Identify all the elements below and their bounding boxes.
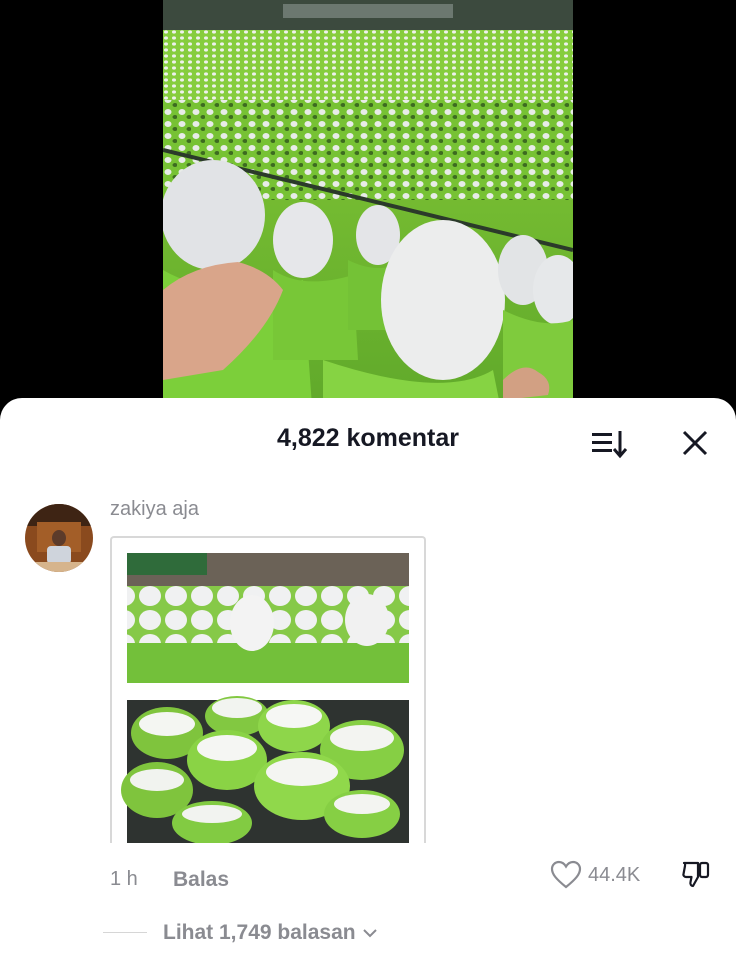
avatar[interactable] [25, 504, 93, 572]
video-player[interactable] [0, 0, 736, 420]
like-button[interactable]: 44.4K [550, 858, 640, 892]
video-frame[interactable] [163, 0, 573, 420]
heart-icon [550, 860, 582, 889]
sort-icon[interactable] [590, 426, 630, 460]
comment-timestamp: 1 h [110, 868, 138, 890]
comment-image[interactable] [110, 536, 426, 843]
comments-sheet: 4,822 komentar zakiya aja 1 h Balas 44.4… [0, 398, 736, 966]
comment-username[interactable]: zakiya aja [110, 498, 199, 521]
chevron-down-icon [362, 929, 377, 938]
view-replies-label: Lihat 1,749 balasan [163, 921, 356, 944]
crowd-video-image [163, 0, 573, 420]
close-icon[interactable] [678, 426, 712, 460]
replies-divider [103, 932, 147, 933]
dislike-icon[interactable] [680, 858, 712, 890]
view-replies-button[interactable]: Lihat 1,749 balasan [163, 921, 378, 945]
like-count: 44.4K [588, 863, 641, 886]
reply-button[interactable]: Balas [173, 868, 229, 892]
